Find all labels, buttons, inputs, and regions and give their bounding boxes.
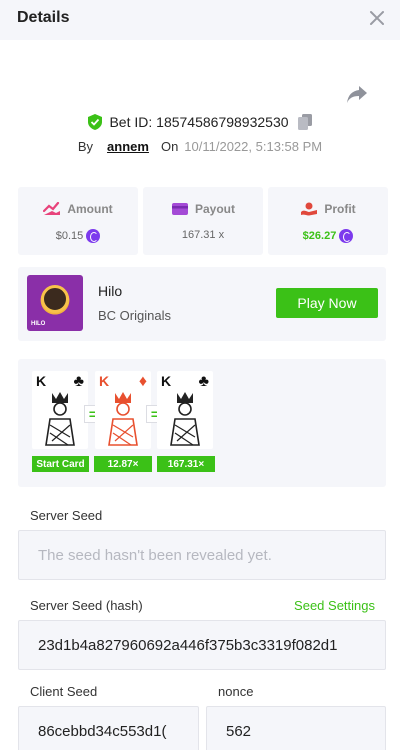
client-seed-field[interactable]: 86cebbd34c553d1( bbox=[18, 706, 199, 750]
username-link[interactable]: annem bbox=[107, 139, 149, 154]
card-rank: K bbox=[99, 373, 110, 389]
amount-label: Amount bbox=[67, 202, 113, 216]
game-provider: BC Originals bbox=[98, 308, 171, 323]
by-label: By bbox=[77, 138, 94, 154]
profit-value: $26.27 bbox=[302, 230, 337, 242]
bet-id: Bet ID: 18574586798932530 bbox=[109, 114, 289, 130]
payout-card: Payout 167.31 x bbox=[143, 187, 263, 255]
bet-id-row: Bet ID: 18574586798932530 bbox=[0, 112, 400, 132]
amount-card: Amount $0.15 bbox=[18, 187, 138, 255]
card-third: K ♣ bbox=[157, 371, 213, 449]
game-thumbnail[interactable]: HILO bbox=[27, 275, 83, 331]
game-name: Hilo bbox=[98, 283, 123, 299]
close-icon[interactable] bbox=[368, 9, 386, 27]
coin-icon bbox=[339, 229, 354, 243]
profit-icon bbox=[301, 202, 318, 216]
server-seed-label: Server Seed bbox=[30, 508, 103, 523]
profit-card: Profit $26.27 bbox=[268, 187, 388, 255]
game-logo-disc bbox=[41, 285, 69, 313]
card-tag: Start Card bbox=[32, 456, 89, 472]
payout-value: 167.31 x bbox=[181, 229, 225, 241]
server-seed-hash-label: Server Seed (hash) bbox=[30, 598, 143, 613]
cards-panel: K ♣ = K ♦ = K ♣ Start Card 12.87× 167.31… bbox=[18, 359, 386, 487]
payout-label: Payout bbox=[194, 202, 235, 216]
client-seed-label: Client Seed bbox=[30, 684, 98, 699]
amount-icon bbox=[43, 202, 61, 215]
play-now-button[interactable]: Play Now bbox=[276, 288, 378, 318]
bet-date: 10/11/2022, 5:13:58 PM bbox=[184, 138, 323, 154]
card-start: K ♣ bbox=[32, 371, 88, 449]
thumbnail-label: HILO bbox=[31, 321, 46, 327]
card-tag: 12.87× bbox=[94, 456, 152, 472]
page-title: Details bbox=[17, 9, 70, 26]
amount-value: $0.15 bbox=[55, 230, 84, 242]
bet-meta-row: By annem On 10/11/2022, 5:13:58 PM bbox=[0, 137, 400, 155]
king-illustration bbox=[108, 392, 138, 446]
king-illustration bbox=[45, 392, 75, 446]
coin-icon bbox=[86, 229, 101, 243]
share-icon[interactable] bbox=[346, 84, 368, 104]
nonce-label: nonce bbox=[218, 684, 254, 699]
game-row: HILO Hilo BC Originals Play Now bbox=[18, 267, 386, 341]
profit-label: Profit bbox=[324, 202, 356, 216]
card-rank: K bbox=[161, 373, 172, 389]
bet-details-page: Details Bet ID: 18574586798932530 By ann… bbox=[0, 0, 400, 750]
wallet-icon bbox=[171, 203, 188, 215]
copy-icon[interactable] bbox=[297, 114, 312, 130]
header-bar: Details bbox=[0, 0, 400, 40]
shield-check-icon bbox=[88, 114, 103, 130]
king-illustration bbox=[170, 392, 200, 446]
card-tag: 167.31× bbox=[157, 456, 215, 472]
nonce-field[interactable]: 562 bbox=[206, 706, 386, 750]
card-second: K ♦ bbox=[95, 371, 151, 449]
card-rank: K bbox=[36, 373, 47, 389]
server-seed-field: The seed hasn't been revealed yet. bbox=[18, 530, 386, 580]
server-seed-hash-field[interactable]: 23d1b4a827960692a446f375b3c3319f082d1 bbox=[18, 620, 386, 670]
on-label: On bbox=[160, 138, 179, 154]
seed-settings-link[interactable]: Seed Settings bbox=[294, 598, 375, 613]
